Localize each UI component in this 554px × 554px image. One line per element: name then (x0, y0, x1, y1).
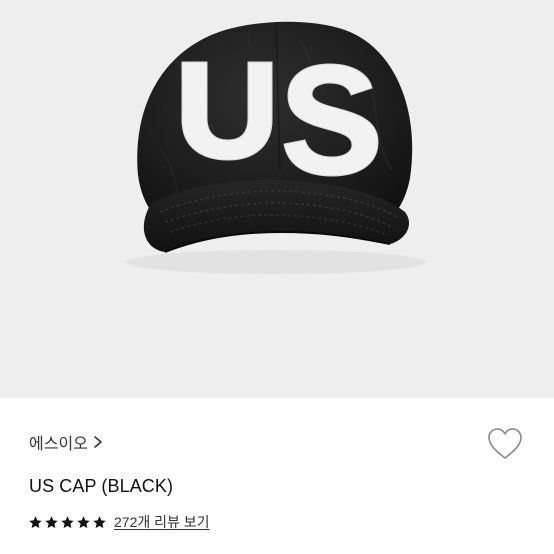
cap-illustration (126, 21, 426, 274)
product-page: 에스이오 US CAP (BLACK) 272개 리뷰 보기 (0, 0, 554, 554)
review-count-link[interactable]: 272개 리뷰 보기 (114, 512, 210, 532)
star-filled-icon (45, 515, 58, 528)
heart-outline-icon[interactable] (486, 426, 524, 462)
product-info: 에스이오 US CAP (BLACK) 272개 리뷰 보기 (0, 398, 554, 554)
chevron-right-icon (94, 436, 102, 448)
star-filled-icon (77, 515, 90, 528)
star-rating (28, 515, 107, 530)
brand-name: 에스이오 (29, 436, 88, 453)
star-filled-icon (29, 515, 42, 528)
product-image[interactable] (0, 0, 554, 398)
product-title: US CAP (BLACK) (29, 476, 174, 496)
brand-link[interactable]: 에스이오 (29, 430, 104, 454)
rating-row: 272개 리뷰 보기 (28, 512, 210, 532)
star-filled-icon (93, 515, 106, 528)
star-filled-icon (61, 515, 74, 528)
